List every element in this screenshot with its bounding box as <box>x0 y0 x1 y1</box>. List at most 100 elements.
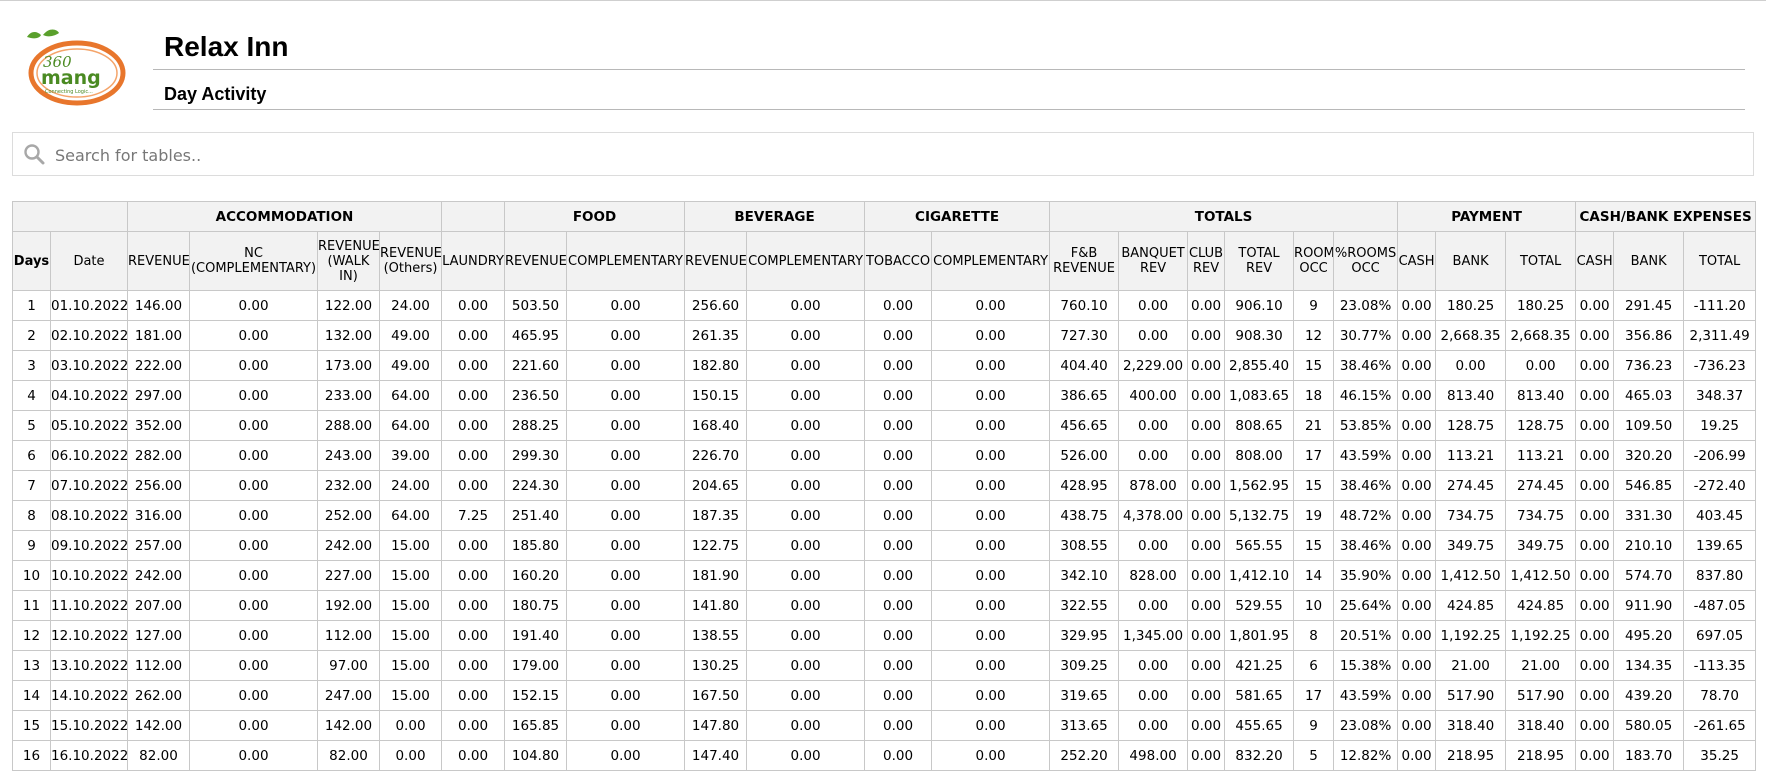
table-cell: 0.00 <box>566 320 686 351</box>
table-cell: 0.00 <box>189 590 318 621</box>
table-cell: 0.00 <box>746 590 866 621</box>
table-cell: 236.50 <box>504 380 568 411</box>
logo: 360 mang Connecting Logic... <box>27 29 131 109</box>
table-cell: 97.00 <box>317 650 380 681</box>
table-cell: 35.90% <box>1333 560 1399 591</box>
table-cell: -736.23 <box>1683 350 1757 381</box>
page-subtitle: Day Activity <box>164 84 267 104</box>
table-cell: 0.00 <box>441 530 506 561</box>
table-cell: 0.00 <box>864 680 933 711</box>
table-cell: 0.00 <box>566 410 686 441</box>
table-cell: 204.65 <box>684 470 748 501</box>
table-cell: 291.45 <box>1613 290 1685 321</box>
table-cell: 134.35 <box>1613 650 1685 681</box>
table-cell: 319.65 <box>1049 680 1120 711</box>
table-cell: 0.00 <box>746 290 866 321</box>
table-cell: 1,192.25 <box>1505 620 1577 651</box>
table-cell: 207.00 <box>127 590 190 621</box>
table-cell: 0.00 <box>566 650 686 681</box>
table-cell: 35.25 <box>1683 740 1757 771</box>
table-cell: 15.00 <box>378 650 443 681</box>
table-cell: 0.00 <box>1118 440 1189 471</box>
table-cell: 3 <box>12 350 51 381</box>
table-cell: 242.00 <box>317 530 380 561</box>
table-cell: 0.00 <box>378 740 443 771</box>
group-header-accommodation: ACCOMMODATION <box>126 201 443 232</box>
table-cell: 428.95 <box>1049 470 1120 501</box>
table-cell: 0.00 <box>441 710 506 741</box>
table-cell: 529.55 <box>1224 590 1295 621</box>
page-title: Relax Inn <box>164 31 289 62</box>
day-activity-table: ACCOMMODATION FOOD BEVERAGE CIGARETTE TOTALS… <box>12 201 1757 771</box>
table-cell: 07.10.2022 <box>50 470 128 501</box>
table-cell: 356.86 <box>1613 320 1685 351</box>
table-cell: 0.00 <box>1397 380 1437 411</box>
table-cell: 0.00 <box>746 320 866 351</box>
table-row: 1 01.10.2022 146.00 0.00 122.00 24.00 0.00 503.… <box>12 290 1757 321</box>
table-cell: 517.90 <box>1505 680 1577 711</box>
table-cell: 329.95 <box>1049 620 1120 651</box>
table-cell: 15 <box>12 710 51 741</box>
table-cell: 495.20 <box>1613 620 1685 651</box>
table-cell: 0.00 <box>1187 320 1226 351</box>
table-cell: 0.00 <box>1187 560 1226 591</box>
table-cell: 247.00 <box>317 680 380 711</box>
search-box[interactable] <box>12 132 1754 176</box>
table-cell: 82.00 <box>127 740 190 771</box>
table-row: 9 09.10.2022 257.00 0.00 242.00 15.00 0.00 185.… <box>12 530 1757 561</box>
table-cell: 0.00 <box>566 530 686 561</box>
table-cell: 320.20 <box>1613 440 1685 471</box>
table-cell: 9 <box>1293 290 1335 321</box>
table-cell: 49.00 <box>378 350 443 381</box>
table-cell: 581.65 <box>1224 680 1295 711</box>
table-cell: 0.00 <box>1575 740 1615 771</box>
table-cell: 0.00 <box>1397 290 1437 321</box>
table-cell: 12 <box>1293 320 1335 351</box>
table-row: 10 10.10.2022 242.00 0.00 227.00 15.00 0.00 160… <box>12 560 1757 591</box>
table-cell: 0.00 <box>931 380 1051 411</box>
table-cell: 760.10 <box>1049 290 1120 321</box>
table-cell: 9 <box>1293 710 1335 741</box>
table-cell: 274.45 <box>1435 470 1507 501</box>
table-row: 12 12.10.2022 127.00 0.00 112.00 15.00 0.00 191… <box>12 620 1757 651</box>
table-cell: 0.00 <box>1397 650 1437 681</box>
group-header-beverage: BEVERAGE <box>684 201 866 232</box>
table-cell: 906.10 <box>1224 290 1295 321</box>
table-row: 2 02.10.2022 181.00 0.00 132.00 49.00 0.00 465.… <box>12 320 1757 351</box>
table-cell: 0.00 <box>746 680 866 711</box>
table-cell: -111.20 <box>1683 290 1757 321</box>
table-cell: 218.95 <box>1505 740 1577 771</box>
table-cell: 141.80 <box>684 590 748 621</box>
table-cell: 251.40 <box>504 500 568 531</box>
table-cell: 0.00 <box>566 470 686 501</box>
table-cell: 38.46% <box>1333 350 1399 381</box>
column-header-cash: CASH <box>1575 231 1615 291</box>
table-cell: 456.65 <box>1049 410 1120 441</box>
table-cell: 7 <box>12 470 51 501</box>
table-cell: 0.00 <box>931 500 1051 531</box>
table-cell: 403.45 <box>1683 500 1757 531</box>
table-cell: 147.80 <box>684 710 748 741</box>
table-cell: 224.30 <box>504 470 568 501</box>
table-cell: 0.00 <box>931 410 1051 441</box>
table-cell: 146.00 <box>127 290 190 321</box>
column-header-nc-complementary: NC (COMPLEMENTARY) <box>189 231 318 291</box>
table-cell: 0.00 <box>931 530 1051 561</box>
table-cell: 736.23 <box>1613 350 1685 381</box>
table-cell: 0.00 <box>864 290 933 321</box>
table-cell: 0.00 <box>441 650 506 681</box>
table-cell: 64.00 <box>378 500 443 531</box>
table-cell: 438.75 <box>1049 500 1120 531</box>
table-cell: 191.40 <box>504 620 568 651</box>
table-cell: 352.00 <box>127 410 190 441</box>
table-cell: 0.00 <box>441 470 506 501</box>
table-cell: 242.00 <box>127 560 190 591</box>
table-cell: 0.00 <box>1397 680 1437 711</box>
table-cell: 318.40 <box>1435 710 1507 741</box>
table-cell: 10.10.2022 <box>50 560 128 591</box>
table-cell: 132.00 <box>317 320 380 351</box>
table-cell: 16 <box>12 740 51 771</box>
table-cell: 424.85 <box>1505 590 1577 621</box>
search-input[interactable] <box>53 139 1737 171</box>
table-cell: 168.40 <box>684 410 748 441</box>
